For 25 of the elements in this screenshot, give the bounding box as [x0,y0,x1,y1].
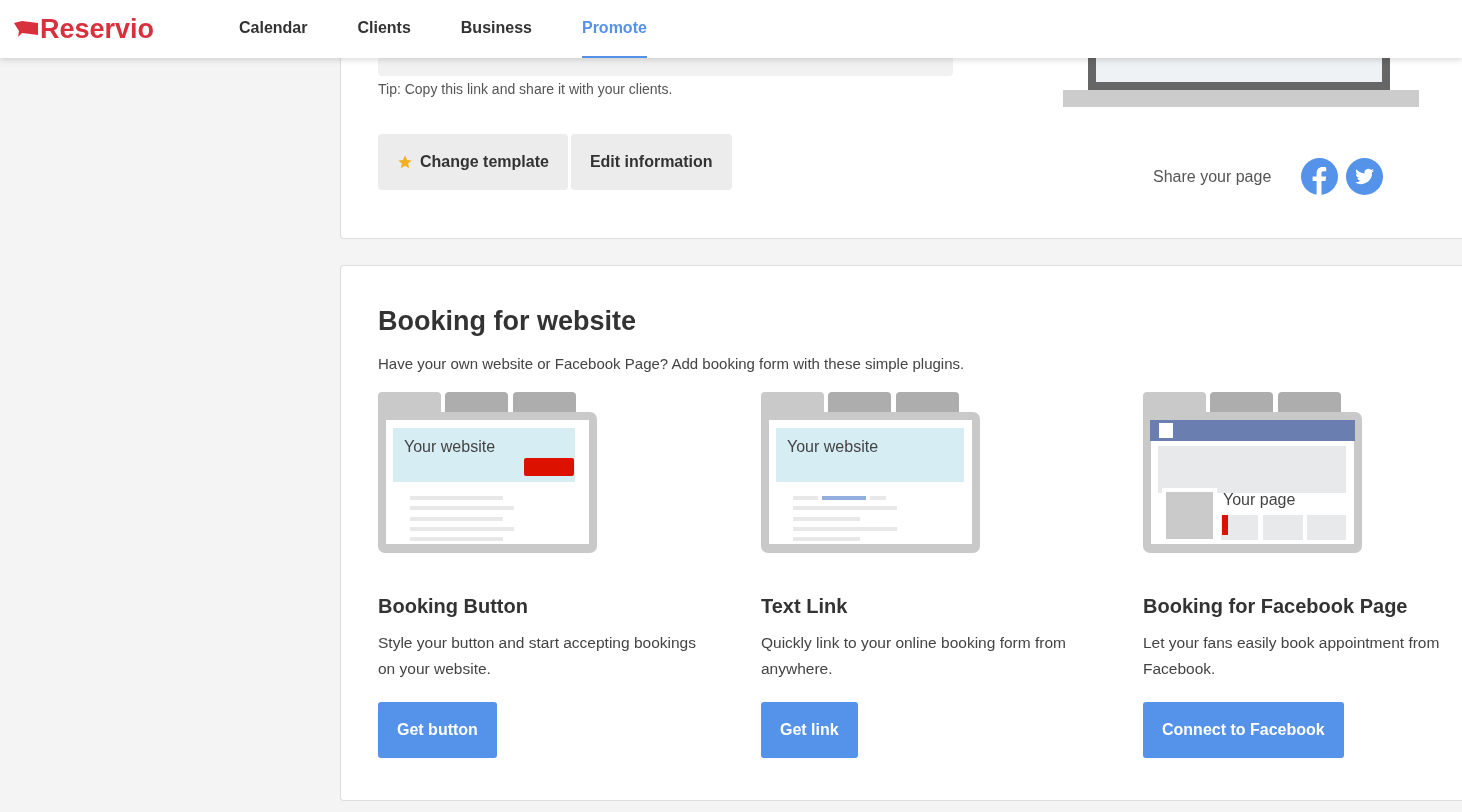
reservio-logo[interactable]: Reservio [0,13,239,45]
tip-text: Tip: Copy this link and share it with your clients. [378,81,674,97]
url-field[interactable] [378,58,953,76]
nav-tab[interactable]: Clients [357,0,411,58]
action-button[interactable]: Change template [378,134,568,190]
website-preview-drawing: Your website [378,392,597,553]
section-title: Booking for website [378,306,638,337]
plugin-title: Text Link [761,595,849,618]
logo-text: Reservio [40,13,155,45]
nav-tab[interactable]: Business [460,0,532,58]
plugin-description: Style your button and start accepting bookings on your website. [378,633,696,679]
facebook-icon[interactable] [1301,158,1339,195]
action-button[interactable]: Edit information [570,134,732,190]
star-icon [397,154,413,170]
twitter-icon[interactable] [1346,158,1384,195]
website-preview-drawing: Your page [1143,392,1362,553]
plugin-description: Let your fans easily book appointment from Facebook. [1143,633,1441,679]
website-preview-drawing: Your website [761,392,980,553]
plugin-description: Quickly link to your online booking form from anywhere. [761,633,1067,679]
plugin-title: Booking for Facebook Page [1143,595,1409,618]
nav-tab[interactable]: Calendar [239,0,308,58]
plugin-title: Booking Button [378,595,529,618]
share-label: Share your page [1153,167,1272,186]
section-subtitle: Have your own website or Facebook Page? Add booking form with these simple plugins. [378,355,966,372]
flag-icon [14,21,38,37]
